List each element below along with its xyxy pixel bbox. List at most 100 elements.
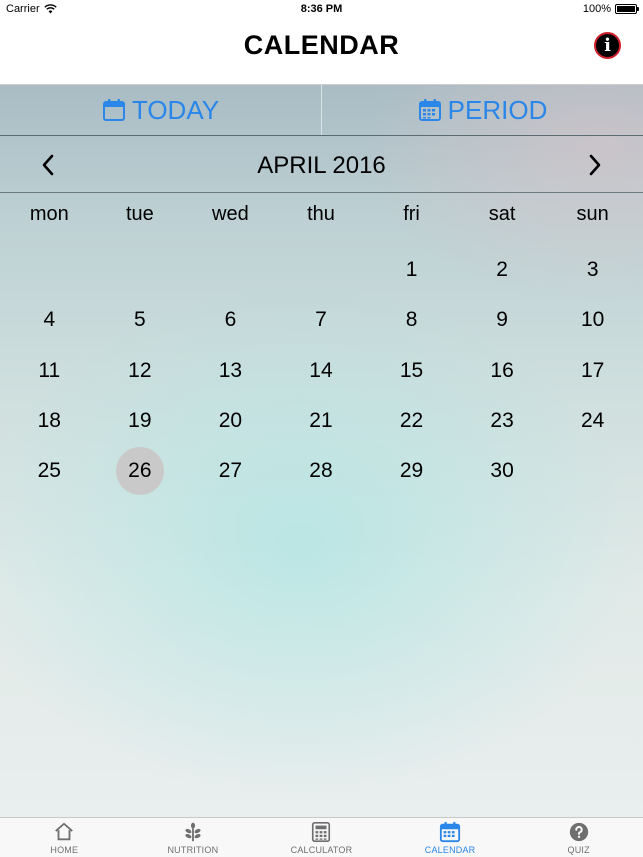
day-number: 23 [490, 409, 514, 433]
day-cell[interactable]: 4 [4, 295, 95, 345]
day-number: 22 [399, 409, 424, 433]
day-number: 3 [586, 258, 599, 282]
day-number: 19 [128, 409, 152, 433]
day-number: 17 [580, 358, 605, 382]
calendar-icon [439, 821, 461, 843]
chevron-right-icon [589, 154, 601, 176]
day-number: 9 [496, 308, 508, 332]
question-icon [569, 822, 588, 842]
empty-day-cell [4, 245, 95, 295]
day-cell[interactable]: 3 [547, 245, 638, 295]
day-cell[interactable]: 22 [366, 396, 457, 446]
day-number: 6 [224, 308, 237, 332]
day-cell[interactable]: 16 [457, 346, 548, 396]
battery-info: 100% [582, 3, 639, 15]
day-cell[interactable]: 12 [95, 346, 186, 396]
day-cell[interactable]: 7 [276, 295, 367, 345]
tab-label: NUTRITION [167, 845, 219, 855]
day-number: 12 [128, 358, 152, 382]
calendar-content: TODAY PERIOD APRIL 2016 mon tue wed thu … [0, 85, 643, 817]
day-cell[interactable]: 27 [185, 446, 276, 496]
tab-calendar[interactable]: CALENDAR [386, 818, 515, 857]
tab-quiz[interactable]: QUIZ [514, 818, 643, 857]
day-number: 25 [37, 459, 61, 483]
day-number: 29 [399, 459, 424, 483]
today-label: TODAY [131, 94, 220, 125]
today-button[interactable]: TODAY [0, 85, 321, 135]
day-cell[interactable]: 9 [457, 295, 548, 345]
day-cell[interactable]: 5 [95, 295, 186, 345]
info-button[interactable]: i [594, 32, 621, 59]
weekday-label: sun [576, 203, 609, 225]
navigation-bar: Carrier 8:36 PM 100% CALENDAR i [0, 0, 643, 85]
day-cell[interactable]: 30 [457, 446, 548, 496]
day-cell[interactable]: 6 [185, 295, 276, 345]
day-cell[interactable]: 19 [95, 396, 186, 446]
day-cell[interactable]: 20 [185, 396, 276, 446]
info-icon: i [604, 35, 611, 56]
day-number: 21 [309, 409, 333, 433]
day-cell-today[interactable]: 26 [95, 446, 186, 496]
tab-bar: HOME NUTRITION CALCULATOR CALENDAR QUIZ [0, 817, 643, 857]
home-icon [55, 822, 74, 841]
page-title: CALENDAR [243, 30, 400, 60]
day-number: 24 [580, 409, 605, 433]
day-cell[interactable]: 17 [547, 346, 638, 396]
day-number: 14 [309, 358, 333, 382]
day-cell[interactable]: 8 [366, 295, 457, 345]
weekday-label: wed [212, 203, 249, 225]
plant-icon [185, 822, 201, 842]
day-cell[interactable]: 15 [366, 346, 457, 396]
period-button[interactable]: PERIOD [321, 85, 643, 135]
weekday-label: thu [307, 203, 335, 225]
day-number: 13 [218, 358, 243, 382]
weekday-label: mon [29, 203, 69, 225]
day-cell[interactable]: 2 [457, 245, 548, 295]
day-number: 7 [315, 308, 327, 332]
day-number: 4 [43, 308, 56, 332]
day-number: 2 [496, 258, 508, 282]
day-number: 5 [134, 308, 146, 332]
day-cell[interactable]: 24 [547, 396, 638, 446]
tab-label: QUIZ [567, 845, 590, 855]
tab-label: CALENDAR [424, 845, 476, 855]
tab-label: CALCULATOR [290, 845, 353, 855]
tab-calculator[interactable]: CALCULATOR [257, 818, 386, 857]
day-cell[interactable]: 25 [4, 446, 95, 496]
empty-day-cell [276, 245, 367, 295]
weekday-header: mon tue wed thu fri sat sun [4, 203, 638, 226]
weekday-label: sat [488, 203, 516, 225]
day-cell[interactable]: 29 [366, 446, 457, 496]
segmented-control: TODAY PERIOD [0, 85, 643, 136]
day-number: 20 [218, 409, 243, 433]
day-cell[interactable]: 13 [185, 346, 276, 396]
day-cell[interactable]: 18 [4, 396, 95, 446]
day-cell[interactable]: 11 [4, 346, 95, 396]
battery-percent: 100% [582, 3, 611, 15]
next-month-button[interactable] [577, 147, 613, 183]
day-number: 15 [399, 358, 424, 382]
day-cell[interactable]: 1 [366, 245, 457, 295]
month-title: APRIL 2016 [257, 152, 386, 179]
day-cell[interactable]: 23 [457, 396, 548, 446]
day-cell[interactable]: 28 [276, 446, 367, 496]
status-time: 8:36 PM [300, 3, 343, 15]
day-number: 27 [218, 459, 243, 483]
day-number: 8 [405, 308, 418, 332]
weekday-label: tue [125, 203, 154, 225]
period-label: PERIOD [447, 94, 548, 125]
tab-nutrition[interactable]: NUTRITION [129, 818, 258, 857]
status-bar: Carrier 8:36 PM 100% [0, 0, 643, 20]
day-number: 26 [128, 459, 152, 483]
empty-day-cell [95, 245, 186, 295]
day-number: 28 [309, 459, 333, 483]
calendar-icon [102, 99, 125, 121]
battery-icon [615, 4, 639, 14]
day-cell[interactable]: 21 [276, 396, 367, 446]
day-cell[interactable]: 14 [276, 346, 367, 396]
day-number: 18 [37, 409, 61, 433]
day-cell[interactable]: 10 [547, 295, 638, 345]
calculator-icon [312, 822, 331, 842]
tab-home[interactable]: HOME [0, 818, 129, 857]
weekday-label: fri [403, 203, 420, 225]
